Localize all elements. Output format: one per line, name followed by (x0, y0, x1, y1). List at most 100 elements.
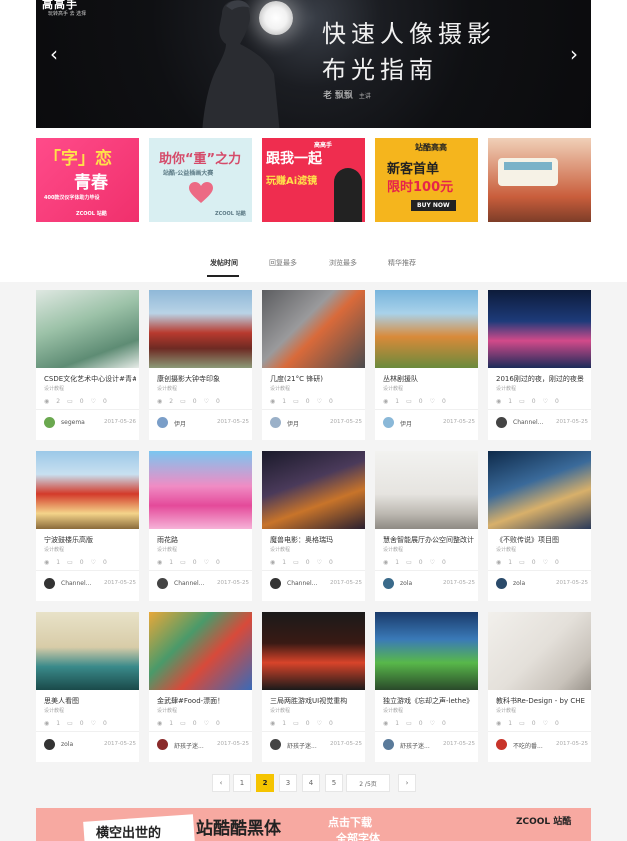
next-page-button[interactable]: › (398, 774, 416, 792)
buy-now-button[interactable]: BUY NOW (411, 200, 456, 211)
avatar[interactable] (270, 739, 281, 750)
post-title[interactable]: 慧舍智能展厅办公空间整改计 (383, 535, 475, 545)
avatar[interactable] (44, 739, 55, 750)
page-3-button[interactable]: 3 (279, 774, 297, 792)
post-author[interactable]: zola (61, 741, 73, 748)
avatar[interactable] (496, 739, 507, 750)
post-title[interactable]: 2016刚过的夜，刚过的夜景 (496, 374, 588, 384)
post-author[interactable]: 伊月 (287, 419, 299, 428)
tab-featured[interactable]: 精华推荐 (388, 258, 416, 268)
post-card[interactable]: 思美人看图 设计教程 ◉ 1 ▭ 0 ♡ 0 zola 2017-05-25 (36, 612, 139, 762)
post-card[interactable]: 三局两胜游戏UI视觉重构 设计教程 ◉ 1 ▭ 0 ♡ 0 舒孩子迷... 2017-05-25 (262, 612, 365, 762)
post-title[interactable]: CSDE文化艺术中心设计#青# (44, 374, 136, 384)
post-card[interactable]: 2016刚过的夜，刚过的夜景 设计教程 ◉ 1 ▭ 0 ♡ 0 Channel... 2017-0… (488, 290, 591, 440)
promo-tile-bus-illustration[interactable] (488, 138, 591, 222)
post-thumbnail[interactable] (262, 612, 365, 690)
tab-most-replies[interactable]: 回复最多 (269, 258, 297, 268)
post-thumbnail[interactable] (375, 290, 478, 368)
post-thumbnail[interactable] (375, 451, 478, 529)
post-author[interactable]: 伊月 (400, 419, 412, 428)
hero-banner[interactable]: 高高手 玩转高手 去 选择 快速人像摄影 布光指南 老 飘飘 主讲 ‹ › (36, 0, 591, 128)
post-title[interactable]: 《不败传说》项目图 (496, 535, 588, 545)
promo-tile-ai-filter[interactable]: 跟我一起 玩赚Ai滤镜 高高手 (262, 138, 365, 222)
avatar[interactable] (270, 417, 281, 428)
post-thumbnail[interactable] (488, 290, 591, 368)
post-card[interactable]: 金武肆#Food-漂面！ 设计教程 ◉ 1 ▭ 0 ♡ 0 舒孩子迷... 2017-05-25 (149, 612, 252, 762)
post-thumbnail[interactable] (149, 451, 252, 529)
post-card[interactable]: 魔兽电影：奥格瑞玛 设计教程 ◉ 1 ▭ 0 ♡ 0 Channel... 2017-05-25 (262, 451, 365, 601)
post-card[interactable]: 几度(21°C 锋研) 设计教程 ◉ 1 ▭ 0 ♡ 0 伊月 2017-05-25 (262, 290, 365, 440)
post-author[interactable]: Channel... (513, 419, 543, 426)
post-author[interactable]: Channel... (61, 580, 91, 587)
post-author[interactable]: segema (61, 419, 85, 426)
post-card[interactable]: 慧舍智能展厅办公空间整改计 设计教程 ◉ 1 ▭ 0 ♡ 0 zola 2017-05-25 (375, 451, 478, 601)
prev-page-button[interactable]: ‹ (212, 774, 230, 792)
post-card[interactable]: CSDE文化艺术中心设计#青# 设计教程 ◉ 2 ▭ 0 ♡ 0 segema 2017-05-2… (36, 290, 139, 440)
promo-tile-discount[interactable]: 站酷高高 新客首单 限时100元 BUY NOW (375, 138, 478, 222)
post-thumbnail[interactable] (262, 290, 365, 368)
post-author[interactable]: zola (513, 580, 525, 587)
promo-tile-font-youth[interactable]: 「字」恋 青春 400款汉仪字体助力毕设 ZCOOL 站酷 (36, 138, 139, 222)
post-thumbnail[interactable] (149, 612, 252, 690)
bottom-font-banner[interactable]: 横空出世的 站酷酷黑体 点击下载 全部字体 ZCOOL 站酷 (36, 808, 591, 841)
avatar[interactable] (157, 417, 168, 428)
hero-prev-arrow-icon[interactable]: ‹ (46, 42, 62, 66)
post-author[interactable]: 舒孩子迷... (287, 741, 317, 750)
post-thumbnail[interactable] (149, 290, 252, 368)
post-thumbnail[interactable] (488, 451, 591, 529)
post-card[interactable]: 《不败传说》项目图 设计教程 ◉ 1 ▭ 0 ♡ 0 zola 2017-05-25 (488, 451, 591, 601)
post-thumbnail[interactable] (36, 451, 139, 529)
avatar[interactable] (383, 578, 394, 589)
post-card[interactable]: 宁波鼓楼乐高版 设计教程 ◉ 1 ▭ 0 ♡ 0 Channel... 2017-05-25 (36, 451, 139, 601)
post-author[interactable]: Channel... (287, 580, 317, 587)
post-title[interactable]: 康创摄影大钟寺印象 (157, 374, 249, 384)
post-thumbnail[interactable] (488, 612, 591, 690)
avatar[interactable] (157, 739, 168, 750)
post-author[interactable]: 舒孩子迷... (400, 741, 430, 750)
post-card[interactable]: 丛林剧援队 设计教程 ◉ 1 ▭ 0 ♡ 0 伊月 2017-05-25 (375, 290, 478, 440)
avatar[interactable] (496, 578, 507, 589)
page-1-button[interactable]: 1 (233, 774, 251, 792)
post-card[interactable]: 独立游戏《忘却之声-lethe》 设计教程 ◉ 1 ▭ 0 ♡ 0 舒孩子迷... 2017-05… (375, 612, 478, 762)
post-title[interactable]: 几度(21°C 锋研) (270, 374, 362, 384)
post-card[interactable]: 雨花路 设计教程 ◉ 1 ▭ 0 ♡ 0 Channel... 2017-05-25 (149, 451, 252, 601)
tab-post-time[interactable]: 发帖时间 (210, 258, 238, 268)
page-jump-input[interactable]: 2 /5页 (346, 774, 390, 792)
avatar[interactable] (44, 417, 55, 428)
post-author[interactable]: Channel... (174, 580, 204, 587)
post-date: 2017-05-25 (217, 580, 249, 586)
post-thumbnail[interactable] (36, 290, 139, 368)
post-author[interactable]: 伊月 (174, 419, 186, 428)
tab-most-views[interactable]: 浏览最多 (329, 258, 357, 268)
post-title[interactable]: 金武肆#Food-漂面！ (157, 696, 249, 706)
post-thumbnail[interactable] (36, 612, 139, 690)
avatar[interactable] (496, 417, 507, 428)
post-title[interactable]: 三局两胜游戏UI视觉重构 (270, 696, 362, 706)
post-thumbnail[interactable] (262, 451, 365, 529)
page-4-button[interactable]: 4 (302, 774, 320, 792)
post-author[interactable]: zola (400, 580, 412, 587)
avatar[interactable] (270, 578, 281, 589)
post-title[interactable]: 丛林剧援队 (383, 374, 475, 384)
avatar[interactable] (44, 578, 55, 589)
post-thumbnail[interactable] (375, 612, 478, 690)
post-card[interactable]: 康创摄影大钟寺印象 设计教程 ◉ 2 ▭ 0 ♡ 0 伊月 2017-05-25 (149, 290, 252, 440)
page-5-button[interactable]: 5 (325, 774, 343, 792)
post-title[interactable]: 思美人看图 (44, 696, 136, 706)
post-card[interactable]: 教科书Re-Design - by CHE 设计教程 ◉ 1 ▭ 0 ♡ 0 不吃的番... 20… (488, 612, 591, 762)
avatar[interactable] (383, 417, 394, 428)
post-title[interactable]: 雨花路 (157, 535, 249, 545)
promo-tile-charity[interactable]: 助你“重”之力 站酷·公益插画大赛 ZCOOL 站酷 (149, 138, 252, 222)
post-author[interactable]: 不吃的番... (513, 741, 543, 750)
avatar[interactable] (157, 578, 168, 589)
post-title[interactable]: 教科书Re-Design - by CHE (496, 696, 588, 706)
avatar[interactable] (383, 739, 394, 750)
post-title[interactable]: 宁波鼓楼乐高版 (44, 535, 136, 545)
post-author[interactable]: 舒孩子迷... (174, 741, 204, 750)
promo-text: 新客首单 (387, 162, 440, 177)
hero-next-arrow-icon[interactable]: › (566, 42, 582, 66)
page-2-button[interactable]: 2 (256, 774, 274, 792)
comments-icon: ▭ (180, 398, 186, 405)
post-title[interactable]: 独立游戏《忘却之声-lethe》 (383, 696, 475, 706)
post-title[interactable]: 魔兽电影：奥格瑞玛 (270, 535, 362, 545)
